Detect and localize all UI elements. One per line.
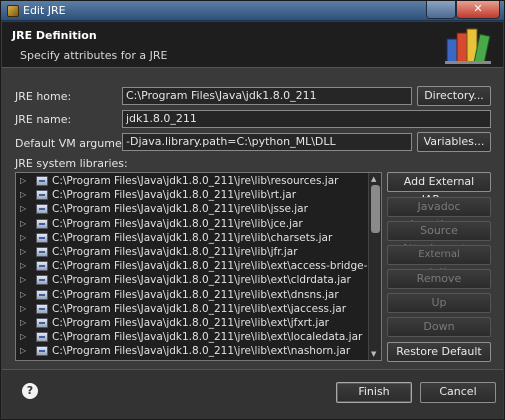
library-path: C:\Program Files\Java\jdk1.8.0_211\jre\l… [52,203,308,216]
jar-file-icon [36,247,48,257]
library-row[interactable]: ▷ C:\Program Files\Java\jdk1.8.0_211\jre\… [16,245,368,259]
scrollbar-thumb[interactable] [371,185,380,233]
finish-button[interactable]: Finish [336,382,412,403]
library-path: C:\Program Files\Java\jdk1.8.0_211\jre\l… [52,317,329,329]
window-title: Edit JRE [23,4,66,17]
library-path: C:\Program Files\Java\jdk1.8.0_211\jre\l… [52,260,382,273]
library-row[interactable]: ▷ C:\Program Files\Java\jdk1.8.0_211\jre\… [16,330,368,344]
variables-button[interactable]: Variables... [417,132,491,152]
expand-arrow-icon[interactable]: ▷ [20,245,26,259]
javadoc-location-button[interactable]: Javadoc Location... [387,197,491,231]
title-bar[interactable]: Edit JRE ✕ [1,1,504,21]
expand-arrow-icon[interactable]: ▷ [20,302,26,316]
library-path: C:\Program Files\Java\jdk1.8.0_211\jre\l… [52,189,297,202]
down-button[interactable]: Down [387,317,491,337]
library-row[interactable]: ▷ C:\Program Files\Java\jdk1.8.0_211\jre\… [16,174,368,188]
library-row[interactable]: ▷ C:\Program Files\Java\jdk1.8.0_211\jre\… [16,288,368,302]
jar-file-icon [36,190,48,201]
up-button[interactable]: Up [387,293,491,313]
jre-name-label: JRE name: [15,113,72,126]
jar-file-icon [36,176,48,186]
library-books-icon [445,28,491,65]
help-icon[interactable]: ? [22,383,38,399]
expand-arrow-icon[interactable]: ▷ [20,344,26,358]
jar-file-icon [36,346,48,357]
header-title: JRE Definition [12,29,97,42]
expand-arrow-icon[interactable]: ▷ [20,188,26,202]
library-list-scrollbar[interactable]: ▲ ▼ [368,173,381,360]
library-path: C:\Program Files\Java\jdk1.8.0_211\jre\l… [52,231,333,244]
library-path: C:\Program Files\Java\jdk1.8.0_211\jre\l… [52,246,298,258]
library-row[interactable]: ▷ C:\Program Files\Java\jdk1.8.0_211\jre\… [16,202,368,216]
library-row[interactable]: ▷ C:\Program Files\Java\jdk1.8.0_211\jre\… [16,188,368,202]
library-row[interactable]: ▷ C:\Program Files\Java\jdk1.8.0_211\jre\… [16,302,368,316]
expand-arrow-icon[interactable]: ▷ [20,231,26,245]
library-row[interactable]: ▷ C:\Program Files\Java\jdk1.8.0_211\jre\… [16,273,368,287]
expand-arrow-icon[interactable]: ▷ [20,316,26,330]
expand-arrow-icon[interactable]: ▷ [20,202,26,216]
cancel-button[interactable]: Cancel [420,382,496,403]
jre-home-label: JRE home: [15,90,72,103]
add-external-jars-button[interactable]: Add External JARs... [387,172,491,206]
external-annotations-button[interactable]: External annotations... [387,245,491,278]
restore-default-button[interactable]: Restore Default [387,342,491,362]
library-path: C:\Program Files\Java\jdk1.8.0_211\jre\l… [52,331,363,344]
jar-file-icon [36,204,48,215]
close-icon: ✕ [473,2,483,15]
expand-arrow-icon[interactable]: ▷ [20,174,26,188]
source-attachment-button[interactable]: Source Attachment... [387,221,491,255]
libraries-label: JRE system libraries: [15,157,128,170]
jar-file-icon [36,261,48,272]
library-row[interactable]: ▷ C:\Program Files\Java\jdk1.8.0_211\jre\… [16,231,368,245]
library-row[interactable]: ▷ C:\Program Files\Java\jdk1.8.0_211\jre\… [16,344,368,358]
remove-button[interactable]: Remove [387,269,491,289]
jar-file-icon [36,289,48,300]
library-list[interactable]: ▷ C:\Program Files\Java\jdk1.8.0_211\jre\… [15,172,382,361]
jar-file-icon [36,232,48,243]
jre-name-field[interactable]: jdk1.8.0_211 [122,110,491,128]
dialog-footer: ? Finish Cancel [2,369,503,419]
jar-file-icon [36,318,48,328]
jar-file-icon [36,275,48,286]
jar-file-icon [36,332,48,343]
close-button[interactable]: ✕ [456,1,500,19]
directory-button[interactable]: Directory... [417,86,491,106]
expand-arrow-icon[interactable]: ▷ [20,273,26,287]
edit-jre-dialog: Edit JRE ✕ JRE Definition Specify attrib… [0,0,505,420]
vm-args-field[interactable]: -Djava.library.path=C:\python_ML\DLL [122,133,412,151]
expand-arrow-icon[interactable]: ▷ [20,288,26,302]
expand-arrow-icon[interactable]: ▷ [20,330,26,344]
library-path: C:\Program Files\Java\jdk1.8.0_211\jre\l… [52,302,347,315]
library-path: C:\Program Files\Java\jdk1.8.0_211\jre\l… [52,175,339,187]
jre-home-field[interactable]: C:\Program Files\Java\jdk1.8.0_211 [122,87,412,105]
library-path: C:\Program Files\Java\jdk1.8.0_211\jre\l… [52,345,351,358]
eclipse-app-icon [7,5,19,17]
library-row[interactable]: ▷ C:\Program Files\Java\jdk1.8.0_211\jre\… [16,259,381,273]
scroll-up-arrow-icon[interactable]: ▲ [371,175,376,183]
title-help-button[interactable] [426,1,456,19]
scroll-down-arrow-icon[interactable]: ▼ [371,350,376,358]
jar-file-icon [36,218,48,229]
dialog-header: JRE Definition Specify attributes for a … [2,22,503,68]
library-row[interactable]: ▷ C:\Program Files\Java\jdk1.8.0_211\jre\… [16,217,368,231]
expand-arrow-icon[interactable]: ▷ [20,259,26,273]
library-path: C:\Program Files\Java\jdk1.8.0_211\jre\l… [52,217,303,230]
library-row[interactable]: ▷ C:\Program Files\Java\jdk1.8.0_211\jre\… [16,316,368,330]
header-subtitle: Specify attributes for a JRE [20,49,168,62]
library-path: C:\Program Files\Java\jdk1.8.0_211\jre\l… [52,274,351,287]
library-path: C:\Program Files\Java\jdk1.8.0_211\jre\l… [52,288,339,301]
jar-file-icon [36,303,48,314]
expand-arrow-icon[interactable]: ▷ [20,217,26,231]
